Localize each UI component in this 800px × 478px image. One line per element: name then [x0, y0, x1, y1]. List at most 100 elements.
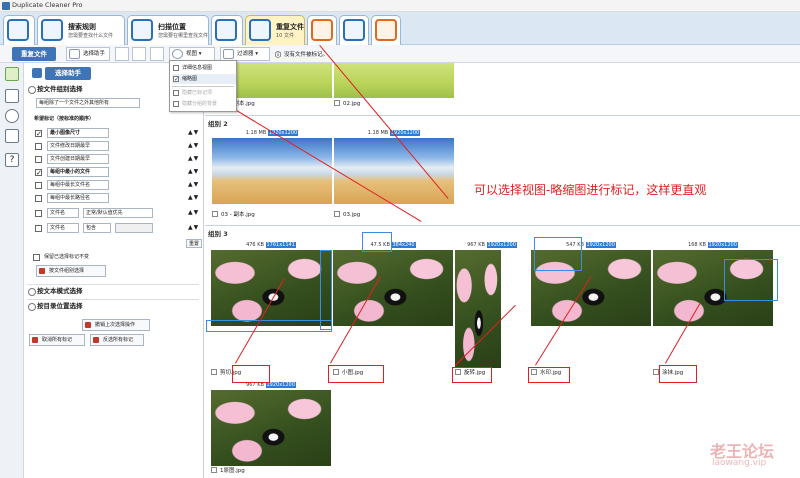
- reorder-arrows[interactable]: ▲▼: [188, 167, 202, 177]
- play-icon[interactable]: [5, 109, 19, 123]
- search-icon: [41, 19, 63, 41]
- tab-tools[interactable]: [339, 15, 369, 45]
- thumbnail-card[interactable]: 1.18 MB 1920x1200 03.jpg: [334, 129, 454, 222]
- criteria-dropdown[interactable]: 文件修改日期最早: [47, 141, 109, 151]
- criteria-row: 文件名 正常/默认值优先 ▲▼: [33, 208, 203, 219]
- file-size: 168 KB: [688, 242, 706, 248]
- menu-item-details-view[interactable]: 详细信息视图: [172, 63, 236, 73]
- home-tab[interactable]: [3, 15, 35, 45]
- mode-dropdown[interactable]: 每组除了一个文件之外其他所有: [36, 98, 140, 108]
- detail-view-icon[interactable]: [132, 47, 146, 61]
- criteria-checkbox[interactable]: [35, 225, 42, 232]
- criteria-dropdown[interactable]: 每组中最长文件名: [47, 180, 109, 190]
- criteria-row: 每组中最长路径名 ▲▼: [33, 193, 203, 204]
- file-size: 476 KB: [246, 242, 264, 248]
- image-dimensions: 1761x1141: [265, 242, 296, 248]
- reorder-arrows[interactable]: ▲▼: [188, 193, 202, 203]
- thumbnail-card[interactable]: 02.jpg: [334, 63, 454, 111]
- group-divider: [205, 115, 800, 116]
- thumbnail-image: [334, 138, 454, 204]
- view-dropdown[interactable]: 视图 ▾: [169, 47, 215, 61]
- section-by-directory[interactable]: 按目录位置选择: [27, 301, 199, 312]
- criteria-dropdown[interactable]: 文件创建日期最早: [47, 154, 109, 164]
- tab-subtitle: 10 文件: [276, 33, 294, 39]
- criteria-checkbox[interactable]: ✓: [35, 169, 42, 177]
- file-caption: 02.jpg: [334, 100, 360, 109]
- button-label: 选择助手: [83, 51, 106, 57]
- criteria-checkbox[interactable]: [35, 182, 42, 189]
- reorder-arrows[interactable]: ▲▼: [188, 128, 202, 138]
- folder-tree-icon[interactable]: [5, 129, 19, 143]
- mark-checkbox[interactable]: [334, 100, 340, 106]
- criteria-dropdown[interactable]: 最小图像尺寸: [47, 128, 109, 138]
- criteria-dropdown[interactable]: 文件名: [47, 223, 79, 233]
- reorder-arrows[interactable]: ▲▼: [188, 180, 202, 190]
- help-icon[interactable]: ?: [5, 153, 19, 167]
- undo-selection-button[interactable]: 撤销上次选择操作: [82, 319, 150, 331]
- thumbnail-card[interactable]: 1.18 MB 1920x1200 03 - 副本.jpg: [212, 129, 332, 222]
- criteria-row: 文件名 包含 ▲▼: [33, 223, 203, 234]
- criteria-checkbox[interactable]: [35, 195, 42, 202]
- mark-checkbox[interactable]: [334, 211, 340, 217]
- menu-item-hide-marked[interactable]: 隐藏已标记项: [172, 88, 236, 98]
- thumbnail-card[interactable]: 47.5 KB 384x240 小图.jpg: [333, 241, 453, 376]
- tab-run-scan[interactable]: [211, 15, 243, 45]
- file-size: 967 KB: [467, 242, 485, 248]
- select-assistant-button[interactable]: 选择助手: [66, 47, 110, 61]
- assistant-icon[interactable]: [5, 67, 19, 81]
- small-size-highlight: [362, 232, 392, 252]
- criteria-checkbox[interactable]: [35, 210, 42, 217]
- tab-settings[interactable]: [371, 15, 401, 45]
- menu-label: 详细信息视图: [182, 65, 213, 71]
- tab-search-rules[interactable]: 搜索规则 您需要查找什么文件: [37, 15, 125, 45]
- duplicate-files-icon: [249, 19, 271, 41]
- reorder-arrows[interactable]: ▲▼: [188, 223, 202, 233]
- group-divider: [205, 225, 800, 226]
- criteria-text-input[interactable]: [115, 223, 153, 233]
- apply-group-select-button[interactable]: 按文件组别选择: [36, 265, 106, 277]
- toolbar: 重复文件 选择助手 视图 ▾ 过滤器 ▾ ⓘ 没有文件被标记。: [0, 45, 800, 63]
- menu-item-thumbnails[interactable]: ✓ 缩略图: [172, 74, 236, 84]
- grid-view-icon[interactable]: [150, 47, 164, 61]
- filter-dropdown[interactable]: 过滤器 ▾: [220, 47, 270, 61]
- mark-checkbox[interactable]: [211, 467, 217, 473]
- reorder-arrows[interactable]: ▲▼: [188, 208, 202, 218]
- group-label: 组别 2: [208, 120, 228, 128]
- criteria-checkbox[interactable]: [35, 143, 42, 150]
- section-by-text-pattern[interactable]: 按文本模式选择: [27, 286, 199, 297]
- criteria-dropdown[interactable]: 每组中最小的文件: [47, 167, 109, 177]
- thumbnail-card[interactable]: 967 KB 1920x1200 1原图.jpg: [211, 381, 331, 476]
- keep-marks-checkbox[interactable]: [33, 254, 40, 261]
- list-view-icon[interactable]: [115, 47, 129, 61]
- criteria-option-dropdown[interactable]: 正常/默认值优先: [83, 208, 153, 218]
- image-icon[interactable]: [5, 89, 19, 103]
- filter-icon: [223, 49, 234, 59]
- clear-all-marks-button[interactable]: 取消所有标记: [29, 334, 85, 346]
- reorder-arrows[interactable]: ▲▼: [188, 141, 202, 151]
- criteria-dropdown[interactable]: 文件名: [47, 208, 79, 218]
- tab-scan-location[interactable]: 扫描位置 您需要在哪里查找文件: [127, 15, 209, 45]
- thumbnail-card[interactable]: 967 KB 1920x1200 旋转.jpg: [455, 241, 529, 376]
- menu-item-hide-group-bg[interactable]: 隐藏分组的背景: [172, 99, 236, 109]
- criteria-option-dropdown[interactable]: 包含: [83, 223, 111, 233]
- criteria-checkbox[interactable]: [35, 156, 42, 163]
- invert-marks-button[interactable]: 反选所有标记: [90, 334, 144, 346]
- criteria-row: 每组中最长文件名 ▲▼: [33, 180, 203, 191]
- thumbnail-image: [211, 250, 331, 326]
- file-name: 03.jpg: [343, 212, 361, 218]
- mark-checkbox[interactable]: [212, 211, 218, 217]
- reorder-arrows[interactable]: ▲▼: [188, 154, 202, 164]
- mark-checkbox[interactable]: [211, 369, 217, 375]
- caption-highlight: [452, 367, 492, 383]
- image-dimensions: 1920x1200: [486, 242, 517, 248]
- thumbnail-view: 01 - 副本.jpg 02.jpg 组别 2 1.18 MB 1920x120…: [205, 63, 800, 478]
- tab-delete[interactable]: [307, 15, 337, 45]
- thumbnail-card[interactable]: 476 KB 1761x1141 剪切.jpg: [211, 241, 331, 376]
- tab-duplicate-files[interactable]: 重复文件 10 文件: [245, 15, 305, 45]
- duplicate-files-button[interactable]: 重复文件: [12, 47, 56, 61]
- criteria-dropdown[interactable]: 每组中最长路径名: [47, 193, 109, 203]
- image-dimensions: 1920x1200: [265, 382, 296, 388]
- reset-button[interactable]: 重置: [186, 239, 203, 248]
- criteria-checkbox[interactable]: ✓: [35, 130, 42, 138]
- criteria-row: 文件修改日期最早 ▲▼: [33, 141, 203, 152]
